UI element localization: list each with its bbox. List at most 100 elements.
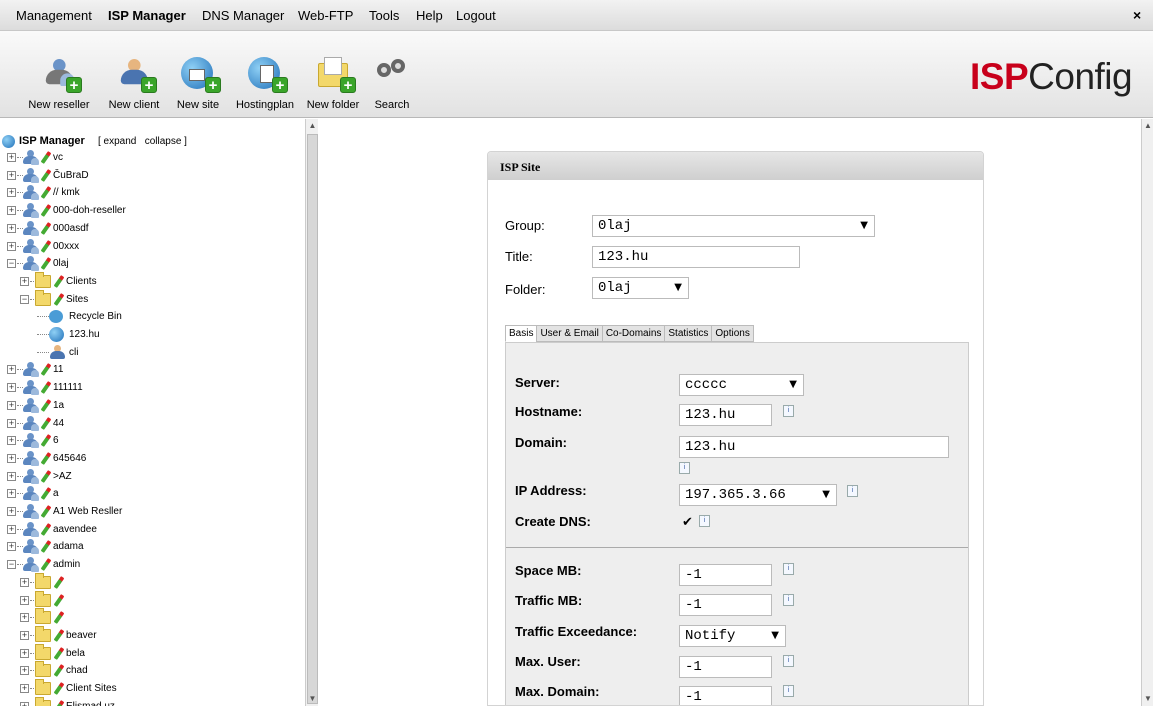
tree-node[interactable]: Recycle Bin: [0, 308, 305, 325]
expand-icon[interactable]: +: [7, 453, 16, 463]
tree-node[interactable]: +000asdf: [0, 220, 305, 237]
edit-icon[interactable]: [40, 451, 52, 465]
close-icon[interactable]: ×: [1133, 7, 1141, 23]
ip-address-select[interactable]: 197.365.3.66 ▼: [679, 484, 837, 506]
tree-node[interactable]: cli: [0, 344, 305, 361]
expand-icon[interactable]: +: [7, 188, 16, 198]
expand-icon[interactable]: +: [7, 507, 16, 516]
tree-node[interactable]: +44: [0, 415, 305, 432]
help-icon[interactable]: i: [699, 515, 710, 527]
expand-icon[interactable]: +: [20, 648, 29, 658]
expand-icon[interactable]: +: [7, 206, 16, 216]
tree-node[interactable]: + a: [0, 485, 305, 502]
tree-node[interactable]: +: [0, 572, 305, 591]
expand-icon[interactable]: +: [7, 542, 16, 552]
menu-web-ftp[interactable]: Web-FTP: [298, 8, 353, 23]
expand-icon[interactable]: +: [20, 595, 29, 605]
title-field[interactable]: 123.hu: [592, 246, 800, 268]
expand-icon[interactable]: +: [7, 489, 16, 499]
tree-node[interactable]: + Clients: [0, 271, 305, 290]
help-icon[interactable]: i: [783, 655, 794, 667]
collapse-icon[interactable]: −: [20, 294, 29, 304]
tree-node[interactable]: +00xxx: [0, 238, 305, 255]
tree-node[interactable]: + adama: [0, 538, 305, 555]
edit-icon[interactable]: [40, 434, 52, 448]
tree-node[interactable]: − Sites: [0, 289, 305, 308]
expand-icon[interactable]: +: [7, 383, 16, 393]
scroll-up-icon[interactable]: ▲: [307, 120, 318, 132]
edit-icon[interactable]: [40, 257, 52, 271]
tree-node[interactable]: + // kmk: [0, 184, 305, 201]
menu-isp-manager[interactable]: ISP Manager: [108, 8, 186, 23]
edit-icon[interactable]: [40, 416, 52, 430]
expand-icon[interactable]: +: [7, 418, 16, 428]
edit-icon[interactable]: [40, 221, 52, 235]
edit-icon[interactable]: [40, 204, 52, 218]
edit-icon[interactable]: [40, 487, 52, 501]
expand-collapse-links[interactable]: [ expand collapse ]: [98, 133, 187, 150]
folder-select[interactable]: 0laj ▼: [592, 277, 689, 299]
tab-statistics[interactable]: Statistics: [664, 325, 713, 342]
expand-icon[interactable]: +: [7, 400, 16, 410]
expand-icon[interactable]: +: [7, 471, 16, 481]
edit-icon[interactable]: [40, 381, 52, 395]
menu-logout[interactable]: Logout: [456, 8, 496, 23]
tree-node[interactable]: +1a: [0, 397, 305, 414]
max-user-field[interactable]: -1: [679, 656, 772, 678]
edit-icon[interactable]: [40, 363, 52, 377]
scroll-down-icon[interactable]: ▼: [307, 693, 318, 705]
help-icon[interactable]: i: [847, 485, 858, 497]
expand-icon[interactable]: +: [7, 436, 16, 446]
scroll-up-icon[interactable]: ▲: [1143, 120, 1153, 132]
tab-options[interactable]: Options: [711, 325, 754, 342]
tree-node[interactable]: +645646: [0, 450, 305, 467]
tree-node[interactable]: +111111: [0, 379, 305, 396]
domain-field[interactable]: 123.hu: [679, 436, 949, 458]
new-folder-button[interactable]: + New folder: [304, 53, 362, 113]
traffic-mb-field[interactable]: -1: [679, 594, 772, 616]
edit-icon[interactable]: [40, 186, 52, 200]
expand-icon[interactable]: +: [7, 170, 16, 180]
edit-icon[interactable]: [53, 611, 65, 625]
tree-node[interactable]: + vc: [0, 149, 305, 166]
expand-icon[interactable]: +: [7, 153, 16, 162]
edit-icon[interactable]: [40, 540, 52, 554]
create-dns-checkbox[interactable]: ✔: [682, 515, 694, 528]
expand-icon[interactable]: +: [20, 684, 29, 693]
group-select[interactable]: 0laj ▼: [592, 215, 875, 237]
tree-node[interactable]: − 0laj: [0, 255, 305, 272]
content-scrollbar[interactable]: ▲ ▼: [1141, 119, 1153, 706]
scroll-down-icon[interactable]: ▼: [1143, 693, 1153, 705]
tree-scrollbar[interactable]: ▲ ▼: [305, 119, 318, 706]
menu-tools[interactable]: Tools: [369, 8, 399, 23]
expand-icon[interactable]: +: [7, 241, 16, 251]
help-icon[interactable]: i: [783, 594, 794, 606]
expand-icon[interactable]: +: [20, 613, 29, 623]
edit-icon[interactable]: [40, 151, 52, 164]
help-icon[interactable]: i: [783, 685, 794, 697]
tree-node[interactable]: + Client Sites: [0, 679, 305, 697]
edit-icon[interactable]: [53, 646, 65, 660]
edit-icon[interactable]: [40, 239, 52, 253]
collapse-icon[interactable]: −: [7, 560, 16, 570]
tree-node[interactable]: + A1 Web Resller: [0, 503, 305, 520]
expand-icon[interactable]: +: [7, 365, 16, 375]
expand-icon[interactable]: +: [7, 223, 16, 233]
edit-icon[interactable]: [53, 575, 65, 589]
new-reseller-button[interactable]: + New reseller: [24, 53, 94, 113]
tree-node[interactable]: + Elismad uz: [0, 696, 305, 706]
search-button[interactable]: Search: [370, 53, 414, 113]
menu-management[interactable]: Management: [16, 8, 92, 23]
tree-node[interactable]: + beaver: [0, 625, 305, 644]
expand-icon[interactable]: +: [7, 524, 16, 534]
tree-node[interactable]: + chad: [0, 661, 305, 679]
edit-icon[interactable]: [40, 558, 52, 572]
tree-node[interactable]: + aavendee: [0, 521, 305, 538]
help-icon[interactable]: i: [783, 563, 794, 575]
tree-node[interactable]: +6: [0, 432, 305, 449]
edit-icon[interactable]: [40, 522, 52, 536]
new-site-button[interactable]: + New site: [172, 53, 224, 113]
expand-icon[interactable]: +: [20, 666, 29, 676]
edit-icon[interactable]: [40, 168, 52, 182]
edit-icon[interactable]: [40, 398, 52, 412]
